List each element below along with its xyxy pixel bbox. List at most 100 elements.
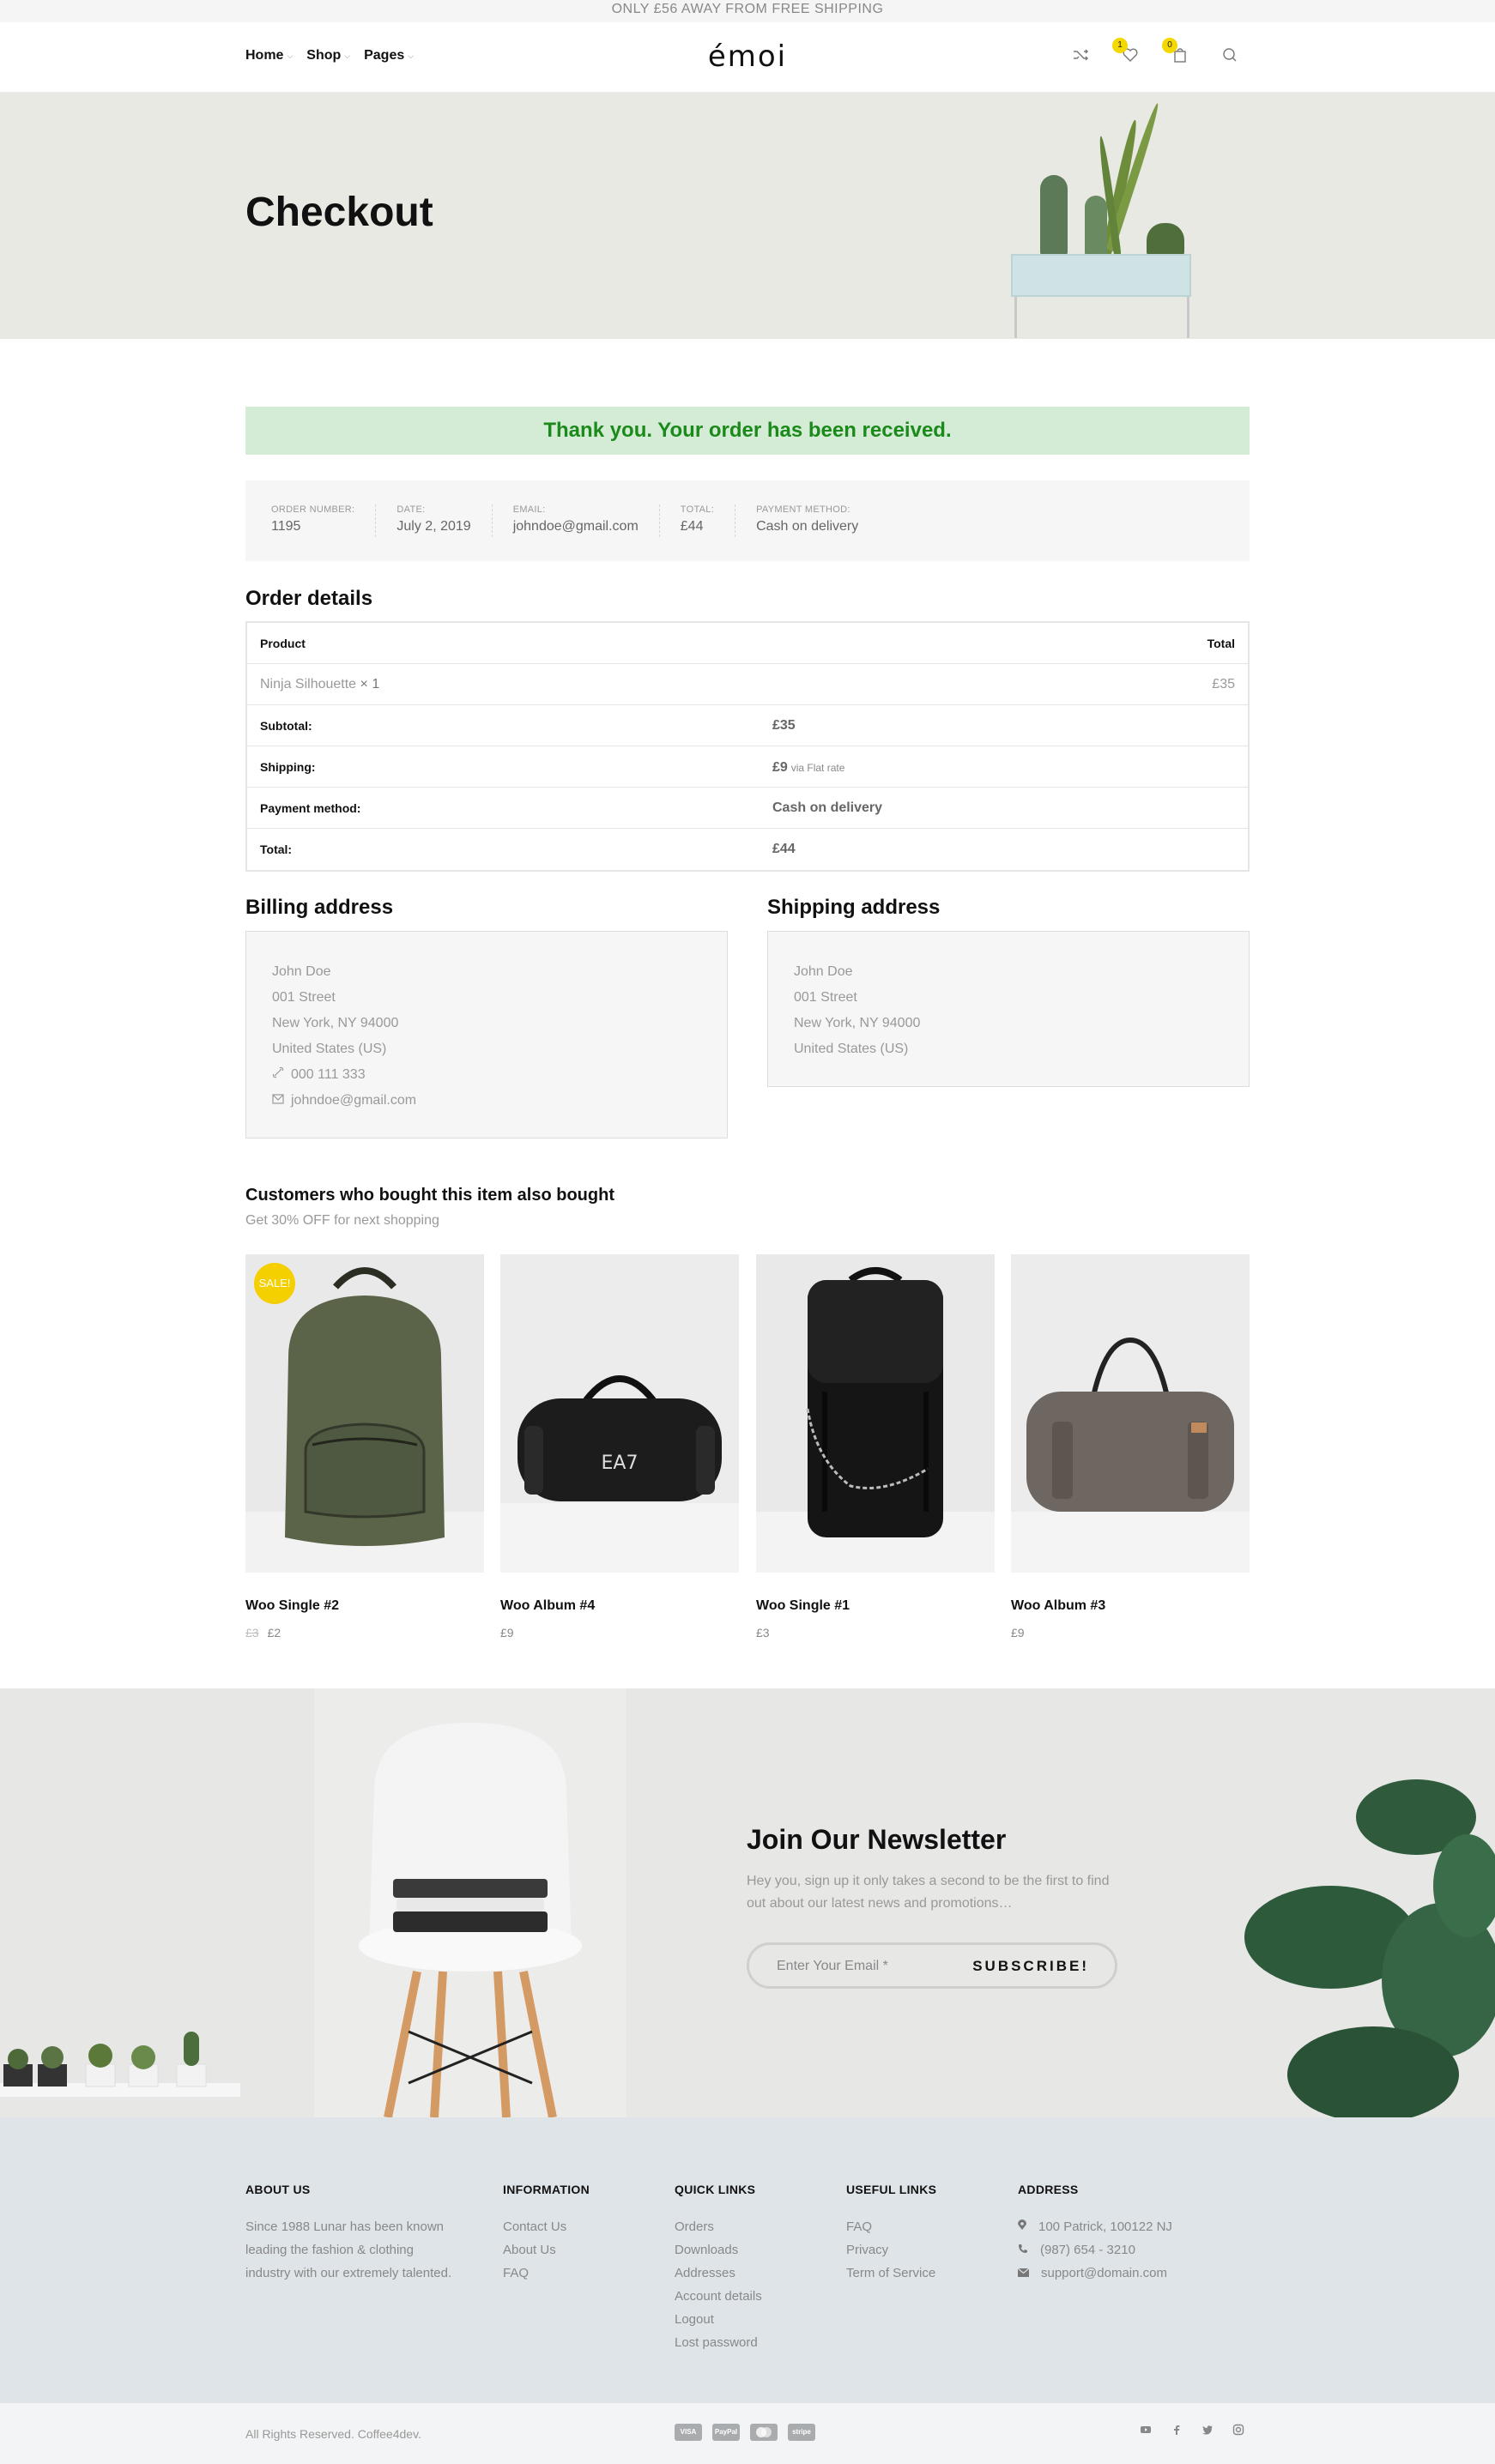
newsletter-title: Join Our Newsletter — [747, 1824, 1007, 1855]
subscribe-button[interactable]: SUBSCRIBE! — [972, 1958, 1089, 1975]
facebook-icon[interactable] — [1171, 2424, 1183, 2438]
overview-value: £44 — [680, 519, 704, 534]
billing-email: johndoe@gmail.com — [291, 1093, 417, 1108]
product-card[interactable]: SALE! Woo Single #2 £3 £2 — [245, 1254, 484, 1640]
phone-icon — [1018, 2238, 1028, 2262]
social-links — [1140, 2424, 1244, 2438]
order-item-total: £35 — [1212, 677, 1235, 691]
footer-heading: QUICK LINKS — [675, 2183, 756, 2196]
footer-street-row: 100 Patrick, 100122 NJ — [1018, 2215, 1172, 2238]
subtotal-label: Subtotal: — [260, 719, 312, 733]
shipping-street: 001 Street — [794, 990, 857, 1005]
envelope-icon — [272, 1088, 284, 1114]
footer-link[interactable]: FAQ — [503, 2262, 590, 2285]
product-price: £9 — [1011, 1626, 1025, 1640]
product-image-duffel-bag[interactable]: EA7 — [500, 1254, 739, 1573]
mastercard-icon — [750, 2424, 778, 2441]
map-pin-icon — [1018, 2215, 1026, 2238]
footer-email[interactable]: support@domain.com — [1041, 2262, 1167, 2285]
shipping-note: via Flat rate — [790, 762, 845, 774]
footer-street: 100 Patrick, 100122 NJ — [1038, 2219, 1172, 2234]
footer-link[interactable]: Logout — [675, 2308, 762, 2331]
product-card[interactable]: Woo Single #1 £3 — [756, 1254, 995, 1640]
shuffle-icon[interactable] — [1071, 46, 1090, 65]
order-item-qty: × 1 — [360, 677, 380, 691]
overview-value: 1195 — [271, 519, 301, 534]
footer-link[interactable]: FAQ — [846, 2215, 936, 2238]
related-products-title: Customers who bought this item also boug… — [245, 1186, 614, 1205]
product-image-black-backpack[interactable] — [756, 1254, 995, 1573]
col-product-header: Product — [260, 637, 306, 650]
footer-link[interactable]: About Us — [503, 2238, 590, 2262]
shipping-label: Shipping: — [260, 760, 316, 774]
footer-link[interactable]: Downloads — [675, 2238, 762, 2262]
order-item-cell: Ninja Silhouette × 1 — [260, 664, 379, 705]
order-item-name[interactable]: Ninja Silhouette — [260, 677, 356, 691]
order-overview: ORDER NUMBER: 1195 DATE: July 2, 2019 EM… — [245, 480, 1250, 561]
table-row: Subtotal: £35 — [247, 705, 1248, 746]
product-name[interactable]: Woo Single #1 — [756, 1598, 995, 1614]
overview-value: July 2, 2019 — [396, 519, 471, 534]
svg-text:EA7: EA7 — [602, 1452, 639, 1474]
paypal-icon: PayPal — [712, 2424, 740, 2441]
product-name[interactable]: Woo Album #3 — [1011, 1598, 1250, 1614]
col-total-header: Total — [1207, 637, 1235, 650]
overview-value: johndoe@gmail.com — [512, 519, 639, 534]
footer-link[interactable]: Privacy — [846, 2238, 936, 2262]
instagram-icon[interactable] — [1232, 2424, 1244, 2438]
overview-label: EMAIL: — [512, 504, 546, 515]
total-value: £44 — [772, 842, 796, 856]
youtube-icon[interactable] — [1140, 2424, 1152, 2438]
footer-link[interactable]: Addresses — [675, 2262, 762, 2285]
overview-payment-method: PAYMENT METHOD: Cash on delivery — [756, 504, 879, 537]
search-icon[interactable] — [1220, 46, 1239, 65]
table-row: Ninja Silhouette × 1 £35 — [247, 664, 1248, 705]
product-old-price: £3 — [245, 1626, 259, 1640]
newsletter-form: Enter Your Email * SUBSCRIBE! — [747, 1942, 1117, 1989]
cart-count-badge: 0 — [1162, 38, 1177, 53]
site-logo[interactable]: émoi — [0, 39, 1495, 74]
overview-label: TOTAL: — [680, 504, 715, 515]
footer-email-row: support@domain.com — [1017, 2262, 1172, 2285]
billing-name: John Doe — [272, 964, 331, 979]
copyright-text: All Rights Reserved. Coffee4dev. — [245, 2427, 421, 2441]
product-image-green-backpack[interactable]: SALE! — [245, 1254, 484, 1573]
shipping-country: United States (US) — [794, 1042, 909, 1056]
table-row: Shipping: £9 via Flat rate — [247, 746, 1248, 788]
stripe-icon: stripe — [788, 2424, 815, 2441]
footer-link[interactable]: Orders — [675, 2215, 762, 2238]
free-shipping-bar: ONLY £56 AWAY FROM FREE SHIPPING — [0, 0, 1495, 22]
order-details-title: Order details — [245, 587, 373, 610]
payment-method-value: Cash on delivery — [772, 800, 883, 815]
footer-link[interactable]: Account details — [675, 2285, 762, 2308]
newsletter-email-input[interactable]: Enter Your Email * — [777, 1959, 888, 1974]
table-row: Payment method: Cash on delivery — [247, 788, 1248, 829]
payment-icons: VISA PayPal stripe — [675, 2424, 815, 2441]
product-card[interactable]: Woo Album #3 £9 — [1011, 1254, 1250, 1640]
order-details-table: Product Total Ninja Silhouette × 1 £35 S… — [245, 621, 1250, 872]
shipping-name: John Doe — [794, 964, 853, 979]
overview-order-number: ORDER NUMBER: 1195 — [271, 504, 377, 537]
footer-heading: ABOUT US — [245, 2183, 311, 2196]
footer-link[interactable]: Lost password — [675, 2331, 762, 2354]
newsletter-description: Hey you, sign up it only takes a second … — [747, 1874, 1110, 1911]
footer-link[interactable]: Contact Us — [503, 2215, 590, 2238]
overview-label: ORDER NUMBER: — [271, 504, 355, 515]
product-price: £3 £2 — [245, 1626, 484, 1640]
footer-link[interactable]: Term of Service — [846, 2262, 936, 2285]
billing-address-box: John Doe 001 Street New York, NY 94000 U… — [245, 931, 728, 1138]
footer-heading: ADDRESS — [1018, 2183, 1079, 2196]
product-price: £9 — [500, 1626, 514, 1640]
related-products-subtitle: Get 30% OFF for next shopping — [245, 1213, 439, 1228]
product-card[interactable]: EA7 Woo Album #4 £9 — [500, 1254, 739, 1640]
billing-street: 001 Street — [272, 990, 336, 1005]
product-name[interactable]: Woo Album #4 — [500, 1598, 739, 1614]
overview-total: TOTAL: £44 — [680, 504, 736, 537]
product-image-brown-duffel[interactable] — [1011, 1254, 1250, 1573]
page-title: Checkout — [245, 190, 433, 235]
product-sale-price: £2 — [267, 1626, 281, 1640]
product-price: £3 — [756, 1626, 770, 1640]
shipping-value: £9 — [772, 760, 788, 775]
product-name[interactable]: Woo Single #2 — [245, 1598, 484, 1614]
twitter-icon[interactable] — [1201, 2424, 1214, 2438]
